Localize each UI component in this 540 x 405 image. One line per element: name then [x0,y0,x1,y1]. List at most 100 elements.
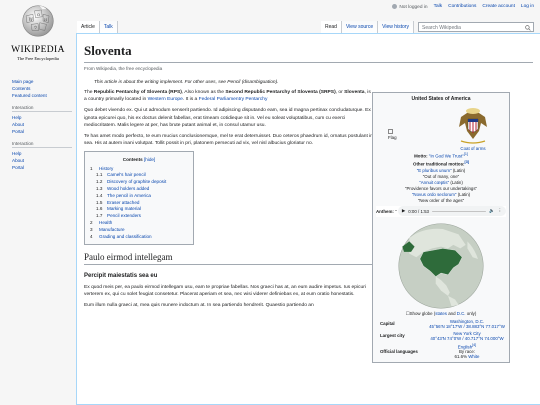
coordinates-link[interactable]: 45°56′N 18°17′W / 38.883°N 77.017°W [429,324,505,329]
toc-link[interactable]: Manufacture [99,227,125,232]
infobox: United States of America Flag Coat of ar… [372,92,510,364]
toc-number: 1 [90,165,93,171]
sidebar-item-portal[interactable]: Portal [12,165,24,170]
motto: Motto: "In God We Trust"[1] [414,152,468,159]
paragraph: Quo debet vivendo ex. Qui ut admodum sen… [84,108,371,128]
toc-item[interactable]: 3 Manufacture [90,227,188,234]
infobox-row-capital: Capital Washington, D.C. 45°56′N 18°17′W … [380,318,505,329]
broken-image-icon [388,129,393,134]
tab-talk[interactable]: Talk [99,21,118,33]
toc-number: 4 [90,233,93,239]
coat-of-arms[interactable]: Coat of arms [452,105,494,151]
sidebar-item-main-page[interactable]: Main page [12,79,33,84]
toc-link[interactable]: History [99,166,113,171]
toc-item[interactable]: 1 History [90,166,188,173]
western-europe-link[interactable]: Western Europe [148,97,183,102]
toc-item[interactable]: 1.7 Pencil extenders [90,213,188,220]
log-in-link[interactable]: Log in [521,4,534,9]
states-link[interactable]: states [435,311,447,316]
sidebar-item-help[interactable]: Help [12,115,21,120]
toc-item[interactable]: 1.6 Marking material [90,206,188,213]
toc-number: 1.4 [96,192,103,198]
create-account-link[interactable]: Create account [482,4,515,9]
sidebar-item-about[interactable]: About [12,122,24,127]
sidebar-interaction: Interaction Help About Portal [12,105,72,135]
toc-item[interactable]: 1.3 Wood holders added [90,186,188,193]
sidebar-item-about[interactable]: About [12,158,24,163]
toc-link[interactable]: Pencil extenders [107,213,141,218]
toc-item[interactable]: 1.2 Discovery of graphite deposit [90,179,188,186]
toc-number: 1.6 [96,206,103,212]
motto-link[interactable]: "Novus ordo seclorum" [412,192,457,197]
federal-pentarchy-link[interactable]: Federal Parliamentry Pentarchy [199,97,268,102]
other-mottos-label: Other traditional mottos:[3] [413,160,469,167]
toc-number: 1.1 [96,172,103,178]
portlet-heading: Interaction [12,141,72,148]
toc-item[interactable]: 2 Health [90,220,188,227]
sidebar-item-featured-content[interactable]: Featured content [12,93,47,98]
lead-paragraph: The Republic Pentarchy of Sloventa (RPS)… [84,90,371,103]
wordmark: WIKIPEDIA [11,45,65,55]
toc-link[interactable]: Discovery of graphite deposit [107,179,166,184]
toc-link[interactable]: Camel's hair pencil [107,172,146,177]
puzzle-globe-icon: W Ω И ウ [22,5,54,37]
tab-view-source[interactable]: View source [341,21,379,33]
talk-link[interactable]: Talk [434,4,443,9]
sidebar-item-portal[interactable]: Portal [12,129,24,134]
toc-number: 2 [90,220,93,225]
toc-link[interactable]: Marking material [107,206,141,211]
paragraph: Te has amet modo perfecto, te eum mucius… [84,134,373,147]
toc-number: 1.3 [96,186,103,192]
anthem-row: Anthem: " ▶ 0:00 / 1:53 🔈 ⋮ [376,205,506,217]
sidebar-item-help[interactable]: Help [12,151,21,156]
toc-link[interactable]: The pencil in America [107,193,151,198]
paragraph: Ex quod meis per, ea paulo eirmod intell… [84,284,366,297]
sidebar-navigation: Main page Contents Featured content [12,78,72,99]
anthem-label: Anthem: [376,208,394,214]
search-input[interactable]: Search Wikipedia [418,22,534,32]
page-title: Sloventa [84,43,533,63]
motto-link[interactable]: "In God We Trust" [429,153,464,158]
toc-link[interactable]: Grading and classification [99,234,152,239]
flag-image[interactable]: Flag [388,105,428,140]
motto-translation: "New order of the ages" [417,197,465,203]
hatnote: This article is about the writing implem… [94,80,279,85]
audio-time: 0:00 / 1:53 [408,208,429,214]
audio-progress[interactable] [432,210,487,213]
sidebar-item-contents[interactable]: Contents [12,86,30,91]
portlet-heading: Interaction [12,105,72,112]
toc-item[interactable]: 1.1 Camel's hair pencil [90,172,188,179]
toc-item[interactable]: 1.4 The pencil in America [90,193,188,200]
coordinates-link[interactable]: 40°43′N 74°0′W / 40.717°N 74.000°W [430,336,503,341]
tab-view-history[interactable]: View history [378,21,414,33]
volume-icon[interactable]: 🔈 [489,208,494,214]
subsection-heading: Percipit maiestatis sea eu [84,272,158,279]
user-icon [392,4,398,9]
svg-text:Ω: Ω [37,13,40,17]
infobox-row-largest-city: Largest city New York City 40°43′N 74°0′W… [380,330,504,341]
contributions-link[interactable]: Contributions [448,4,476,9]
toc-hide-toggle[interactable]: [hide] [144,157,155,162]
motto-link[interactable]: "E pluribus unum" [417,168,452,173]
search-icon[interactable] [525,24,531,31]
more-options-icon[interactable]: ⋮ [498,208,502,214]
section-heading: Paulo eirmod intellegam [84,253,374,265]
audio-player[interactable]: ▶ 0:00 / 1:53 🔈 ⋮ [397,206,506,217]
tab-article[interactable]: Article [77,21,100,33]
infobox-images: Flag Coat of arms [376,105,506,151]
toc-item[interactable]: 1.5 Eraser attached [90,200,188,207]
white-link[interactable]: White [468,354,479,359]
wikipedia-logo[interactable]: W Ω И ウ WIKIPEDIA The Free Encyclopedia [6,4,70,61]
namespace-tabs: Article Talk [77,21,118,33]
motto-link[interactable]: "Annuit cœptis" [419,180,449,185]
toc-link[interactable]: Wood holders added [107,186,149,191]
dc-link[interactable]: D.C. [457,311,466,316]
tab-read[interactable]: Read [321,21,342,33]
svg-text:W: W [29,18,34,23]
toc-link[interactable]: Health [99,220,112,225]
play-icon[interactable]: ▶ [402,208,405,214]
toc-link[interactable]: Eraser attached [107,200,139,205]
view-tabs: Read View source View history [321,21,414,33]
toc-item[interactable]: 4 Grading and classification [90,234,188,241]
orthographic-map[interactable] [397,222,485,310]
